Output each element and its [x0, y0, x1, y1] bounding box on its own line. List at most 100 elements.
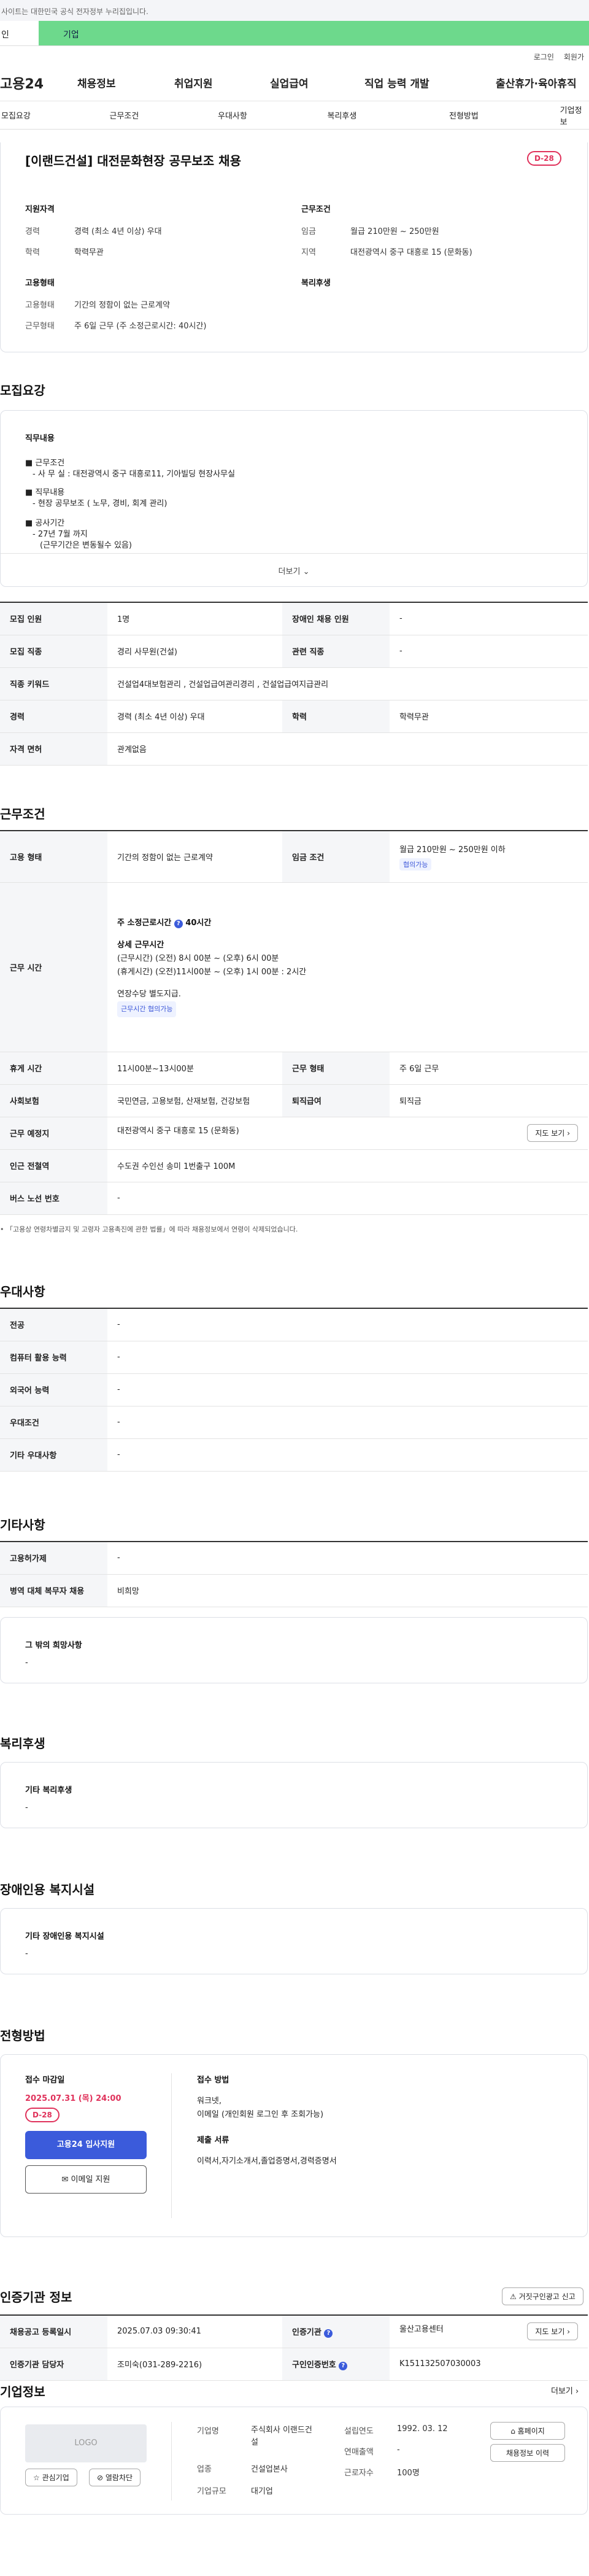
email-apply-label: 이메일 지원 — [71, 2175, 110, 2184]
agency-map-button[interactable]: 지도 보기 › — [527, 2322, 578, 2341]
apply-button[interactable]: 고용24 입사지원 — [25, 2131, 147, 2159]
map-button[interactable]: 지도 보기 › — [527, 1124, 578, 1142]
favorite-company-button[interactable]: ☆ 관심기업 — [25, 2469, 77, 2486]
gnb-item-parental-leave[interactable]: 출산휴가·육아휴직 — [496, 75, 577, 90]
table-row: 버스 노선 번호 - — [0, 1182, 588, 1215]
duty-card: 직무내용 ■ 근무조건 - 사 무 실 : 대전광역시 중구 대흥로11, 기아… — [0, 410, 588, 587]
table-row: 휴게 시간 11시00분~13시00분 근무 형태 주 6일 근무 — [0, 1052, 588, 1085]
welfare-box: 기타 복리후생 - — [0, 1762, 588, 1828]
age-notice: • 「고용상 연령차별금지 및 고령자 고용촉진에 관한 법률」에 따라 채용정… — [0, 1225, 298, 1233]
td-officer: 조미숙(031-289-2216) — [107, 2348, 282, 2381]
utility-links: 로그인 회원가 — [0, 46, 589, 64]
method-line-1: 워크넷, — [197, 2097, 222, 2106]
fav-label: 관심기업 — [42, 2473, 69, 2482]
duty-item-1-head: ■ 근무조건 — [25, 459, 65, 468]
work-table: 고용 형태 기간의 정함이 없는 근로계약 임금 조건 월급 210만원 ~ 2… — [0, 830, 588, 1215]
job-history-button[interactable]: 채용정보 이력 — [490, 2444, 565, 2462]
table-row: 고용허가제 - — [0, 1542, 588, 1575]
td-headcount: 1명 — [107, 602, 282, 635]
gnb-item-training[interactable]: 직업 능력 개발 — [364, 75, 496, 90]
job-title: [이랜드건설] 대전문화현장 공무보조 채용 — [25, 153, 241, 168]
disabled-box-title: 기타 장애인용 복지시설 — [25, 1932, 104, 1941]
gov-notice-text: 사이트는 대한민국 공식 전자정부 누리집입니다. — [1, 7, 148, 16]
td-military: 비희망 — [107, 1574, 588, 1607]
lnb-recruit[interactable]: 모집요강 — [0, 109, 87, 121]
company-divider — [171, 2422, 172, 2500]
disabled-box-value: - — [25, 1949, 28, 1958]
company-more-link[interactable]: 더보기 › — [551, 2384, 579, 2396]
th-major: 전공 — [0, 1308, 107, 1341]
welfare-box-value: - — [25, 1803, 28, 1812]
industry-label: 업종 — [197, 2465, 212, 2474]
td-bus: - — [107, 1182, 588, 1215]
lnb-process[interactable]: 전형방법 — [415, 109, 525, 121]
td-posted: 2025.07.03 09:30:41 — [107, 2315, 282, 2348]
gnb-item-unemployment[interactable]: 실업급여 — [270, 75, 364, 90]
email-apply-button[interactable]: ✉ 이메일 지원 — [25, 2165, 147, 2194]
tab-company[interactable]: 기업 — [39, 21, 589, 45]
th-language: 외국어 능력 — [0, 1373, 107, 1406]
etc-box: 그 밖의 희망사항 - — [0, 1617, 588, 1683]
th-cert-label: 구인인증번호 — [292, 2360, 336, 2370]
th-cert-no: 구인인증번호 ? — [282, 2348, 390, 2381]
login-link[interactable]: 로그인 — [534, 52, 554, 64]
type-emp-value: 기간의 정함이 없는 근로계약 — [74, 301, 170, 310]
disabled-box: 기타 장애인용 복지시설 - — [0, 1908, 588, 1974]
th-bus: 버스 노선 번호 — [0, 1182, 107, 1215]
block-company-button[interactable]: ⊘ 열람차단 — [89, 2469, 141, 2486]
td-education: 학력무관 — [390, 700, 588, 733]
td-license: 관계없음 — [107, 732, 588, 766]
lnb-company[interactable]: 기업정보 — [525, 104, 589, 127]
gnb-item-jobs[interactable]: 채용정보 — [77, 75, 174, 90]
th-subway: 인근 전철역 — [0, 1149, 107, 1182]
lnb-conditions[interactable]: 근무조건 — [87, 109, 196, 121]
more-button[interactable]: 더보기 ⌄ — [1, 553, 587, 586]
th-keyword: 직종 키워드 — [0, 667, 107, 700]
td-work-time: 주 소정근로시간 ? 40시간 상세 근무시간 (근무시간) (오전) 8시 0… — [107, 882, 588, 1052]
td-insurance: 국민연금, 고용보험, 산재보험, 건강보험 — [107, 1084, 282, 1117]
etc-box-value: - — [25, 1658, 28, 1667]
report-button[interactable]: ⚠ 거짓구인광고 신고 — [502, 2287, 583, 2305]
recruit-heading: 모집요강 — [0, 383, 45, 398]
table-row: 인증기관 담당자 조미숙(031-289-2216) 구인인증번호 ? K151132… — [0, 2348, 588, 2381]
td-break: 11시00분~13시00분 — [107, 1052, 282, 1085]
gnb-item-employment-support[interactable]: 취업지원 — [174, 75, 270, 90]
welfare-box-title: 기타 복리후생 — [25, 1786, 72, 1795]
lnb-welfare[interactable]: 복리후생 — [306, 109, 415, 121]
tab-personal[interactable]: 인 — [0, 21, 39, 45]
method-heading: 접수 방법 — [197, 2076, 229, 2085]
site-logo[interactable]: 고용24 — [0, 73, 77, 93]
qual-heading: 지원자격 — [25, 205, 55, 214]
td-major: - — [107, 1308, 588, 1341]
td-job: 경리 사무원(건설) — [107, 635, 282, 668]
th-work-form: 근무 형태 — [282, 1052, 390, 1085]
homepage-button[interactable]: ⌂ 홈페이지 — [490, 2422, 565, 2440]
join-link[interactable]: 회원가 — [564, 52, 584, 64]
table-row: 모집 직종 경리 사무원(건설) 관련 직종 - — [0, 635, 588, 668]
table-row: 인근 전철역 수도권 수인선 송미 1번출구 100M — [0, 1149, 588, 1182]
td-keyword: 건설업4대보험관리 , 건설업급여관리경리 , 건설업급여지급관리 — [107, 667, 588, 700]
size-label: 기업규모 — [197, 2487, 226, 2496]
info-icon[interactable]: ? — [174, 920, 183, 928]
lnb-preference[interactable]: 우대사항 — [196, 109, 305, 121]
company-more-label: 더보기 — [551, 2387, 573, 2396]
work-heading: 근무조건 — [0, 807, 45, 821]
th-agency-label: 인증기관 — [292, 2327, 321, 2337]
table-row: 직종 키워드 건설업4대보험관리 , 건설업급여관리경리 , 건설업급여지급관리 — [0, 667, 588, 700]
th-permit: 고용허가제 — [0, 1542, 107, 1575]
info-icon[interactable]: ? — [339, 2361, 348, 2370]
th-officer: 인증기관 담당자 — [0, 2348, 107, 2381]
th-agency: 인증기관 ? — [282, 2315, 390, 2348]
th-career: 경력 — [0, 700, 107, 733]
table-row: 경력 경력 (최소 4년 이상) 우대 학력 학력무관 — [0, 700, 588, 733]
agency-table: 채용공고 등록일시 2025.07.03 09:30:41 인증기관 ? 울산고용센터… — [0, 2314, 588, 2381]
info-icon[interactable]: ? — [324, 2329, 333, 2338]
wage-value: 월급 210만원 ~ 250만원 이하 — [399, 845, 506, 855]
agency-heading: 인증기관 정보 — [0, 2290, 72, 2305]
type-emp-label: 고용형태 — [25, 301, 55, 310]
age-notice-text: 「고용상 연령차별금지 및 고령자 고용촉진에 관한 법률」에 따라 채용정보에… — [6, 1225, 298, 1233]
agency-value: 울산고용센터 — [399, 2325, 444, 2335]
employees-label: 근로자수 — [344, 2469, 374, 2478]
company-name-value: 주식회사 이랜드건설 — [251, 2426, 312, 2447]
th-posted: 채용공고 등록일시 — [0, 2315, 107, 2348]
